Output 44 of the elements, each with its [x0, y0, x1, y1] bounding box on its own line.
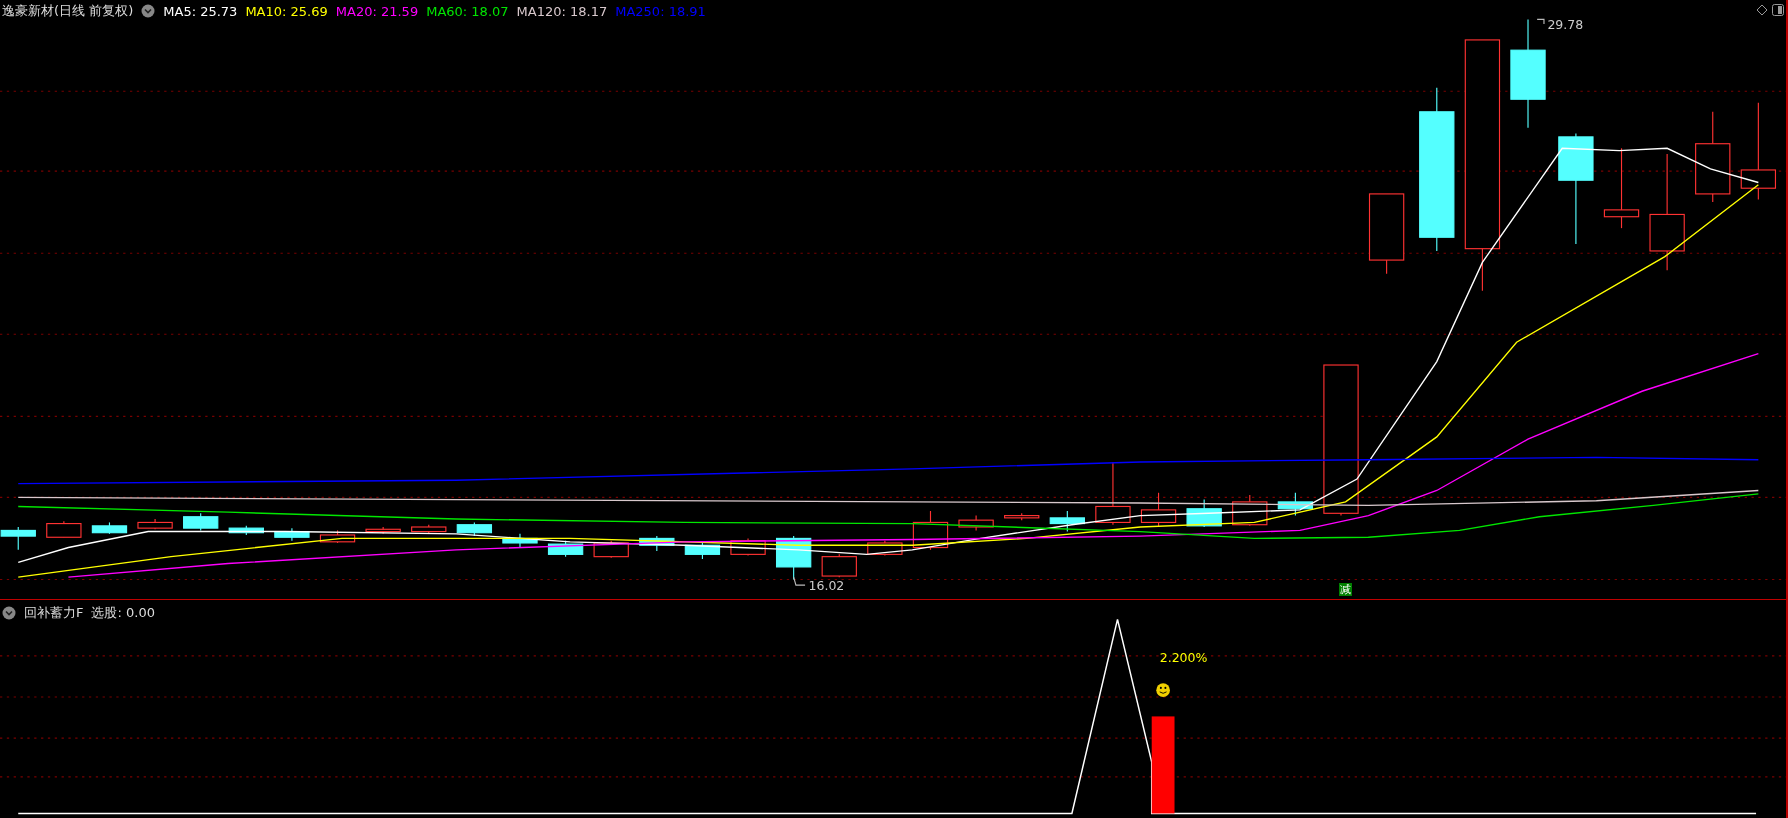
moving-average-value: MA5: 25.73 — [163, 3, 238, 19]
diamond-icon[interactable] — [1756, 4, 1768, 16]
candlestick — [1049, 510, 1085, 533]
candlestick — [958, 515, 994, 531]
candlestick — [639, 535, 675, 552]
candlestick — [319, 529, 356, 544]
candlestick — [1140, 492, 1177, 528]
candlestick — [411, 524, 447, 535]
chart-title: 逸豪新材(日线 前复权) — [2, 2, 134, 20]
moving-average-value: MA250: 18.91 — [615, 3, 706, 19]
candlestick — [1186, 499, 1222, 528]
signal-tag: 减 — [1339, 583, 1352, 596]
candlestick — [137, 518, 173, 530]
candlestick — [867, 540, 903, 557]
moving-average-value: MA120: 18.17 — [516, 3, 608, 19]
candlestick — [91, 521, 128, 535]
candlestick — [821, 553, 857, 578]
leader-line — [1536, 18, 1545, 25]
moving-average-value: MA10: 25.69 — [245, 3, 328, 19]
indicator-title: 回补蓄力F — [24, 604, 84, 622]
high-price-label: 29.78 — [1547, 16, 1584, 32]
candlestick — [0, 526, 36, 551]
indicator-value: 选股: 0.00 — [91, 604, 155, 622]
dropdown-icon[interactable] — [141, 4, 156, 18]
candlestick — [183, 512, 219, 531]
candlestick — [365, 526, 401, 535]
moving-average-value: MA60: 18.07 — [426, 3, 509, 19]
candlestick — [228, 525, 264, 536]
candlestick — [684, 541, 721, 560]
moving-average-value: MA20: 21.59 — [335, 3, 419, 19]
candlestick — [1277, 492, 1314, 517]
candlestick — [502, 533, 538, 549]
dropdown-icon[interactable] — [2, 606, 16, 620]
candlestick — [547, 540, 584, 558]
panel-toggle-icon[interactable] — [1772, 4, 1784, 16]
candlestick — [1095, 461, 1131, 526]
candlestick — [274, 527, 310, 542]
candlestick — [456, 521, 493, 537]
percentage-label: 2.200% — [1159, 649, 1208, 665]
leader-line — [793, 576, 806, 586]
candlestick — [912, 510, 949, 551]
candlestick — [46, 520, 82, 538]
low-price-label: 16.02 — [808, 577, 845, 593]
smiley-icon — [1156, 683, 1170, 697]
